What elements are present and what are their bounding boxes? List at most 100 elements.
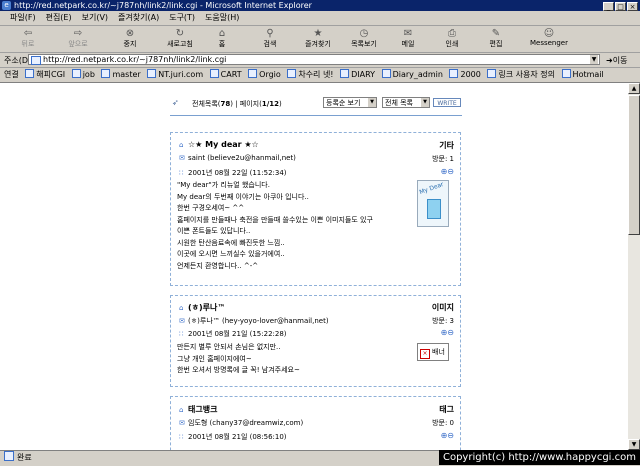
link-carrepair[interactable]: 차수리 넷! <box>287 70 333 79</box>
address-input[interactable]: http://red.netpark.co.kr/~j787nh/link2/l… <box>28 54 600 65</box>
entry-name[interactable]: ☆★ My dear ★☆ <box>188 140 259 149</box>
mail-icon: ✉ <box>179 419 185 427</box>
home-icon: ⌂ <box>179 406 184 414</box>
guestbook-header: ➶ 전체목록(78) | 페이지(1/12) 등록순 보기 ▼ 전체 목록 ▼ WR… <box>170 97 462 111</box>
entry-email[interactable]: saint (believe2u@hanmail,net) <box>188 154 296 162</box>
entry-views: 방문: 3 <box>432 317 454 325</box>
home-button[interactable]: ⌂ 홈 <box>210 28 234 52</box>
link-happycgi[interactable]: 해피CGI <box>25 70 65 79</box>
toolbar: ⇦ 뒤로 ⇨ 앞으로 ⊗ 중지 ↻ 새로고침 ⌂ 홈 ⚲ 검색 ★ 즐겨찾기 ◷ 목록보기 ✉ 메… <box>0 26 640 53</box>
search-button[interactable]: ⚲ 검색 <box>254 28 286 52</box>
link-2000[interactable]: 2000 <box>449 70 480 79</box>
home-icon: ⌂ <box>179 141 184 149</box>
links-bar: 연결 해피CGI job master NT.juri.com CART Org… <box>0 68 640 83</box>
date-icon: ∷ <box>179 330 184 338</box>
edit-button[interactable]: ✎ 편집 <box>484 28 508 52</box>
stop-button[interactable]: ⊗ 중지 <box>114 28 146 52</box>
maximize-icon[interactable]: □ <box>615 2 626 11</box>
menu-help[interactable]: 도움말(H) <box>205 13 239 22</box>
back-button[interactable]: ⇦ 뒤로 <box>10 28 46 52</box>
link-ntjuri[interactable]: NT.juri.com <box>147 70 203 79</box>
mail-icon: ✉ <box>403 28 413 39</box>
entry-views: 방문: 0 <box>432 419 454 427</box>
links-label: 연결 <box>4 70 19 79</box>
entry-views: 방문: 1 <box>432 155 454 163</box>
page-done-icon <box>4 451 14 461</box>
entry-email[interactable]: 임도형 (chany37@dreamwiz,com) <box>188 419 303 427</box>
search-icon: ⚲ <box>266 28 274 39</box>
home-icon: ⌂ <box>179 304 184 312</box>
menu-tools[interactable]: 도구(T) <box>169 13 195 22</box>
plus-minus-icon[interactable]: ⊕⊖ <box>441 167 454 176</box>
menu-view[interactable]: 보기(V) <box>82 13 108 22</box>
window-titlebar: e http://red.netpark.co.kr/~j787nh/link2/… <box>0 0 640 11</box>
guestbook-summary: 전체목록(78) | 페이지(1/12) <box>192 100 282 108</box>
refresh-button[interactable]: ↻ 새로고침 <box>160 28 200 52</box>
menu-edit[interactable]: 편집(E) <box>46 13 72 22</box>
window-title: http://red.netpark.co.kr/~j787nh/link2/l… <box>14 1 312 10</box>
banner-image[interactable]: × 배너 <box>417 343 449 361</box>
forward-arrow-icon: ⇨ <box>73 28 83 39</box>
forward-button[interactable]: ⇨ 앞으로 <box>60 28 96 52</box>
scroll-up-icon[interactable]: ▲ <box>628 83 640 94</box>
stop-icon: ⊗ <box>125 28 135 39</box>
chevron-down-icon: ▼ <box>421 98 429 107</box>
date-icon: ∷ <box>179 433 184 441</box>
link-custom[interactable]: 링크 사용자 정의 <box>487 70 555 79</box>
write-button[interactable]: WRITE <box>433 98 461 107</box>
link-diary[interactable]: DIARY <box>340 70 375 79</box>
entry-category: 태그 <box>439 405 454 414</box>
plus-minus-icon[interactable]: ⊕⊖ <box>441 328 454 337</box>
scroll-down-icon[interactable]: ▼ <box>628 439 640 450</box>
menu-favorites[interactable]: 즐겨찾기(A) <box>118 13 159 22</box>
page-content: ➶ 전체목록(78) | 페이지(1/12) 등록순 보기 ▼ 전체 목록 ▼ WR… <box>0 83 628 450</box>
entry-name[interactable]: (ㅎ)루나™ <box>188 303 225 312</box>
menu-file[interactable]: 파일(F) <box>10 13 36 22</box>
entry-date: 2001년 08월 21일 (08:56:10) <box>188 433 287 441</box>
sort-select[interactable]: 등록순 보기 ▼ <box>323 97 377 108</box>
vertical-scrollbar[interactable]: ▲ ▼ <box>628 83 640 450</box>
broken-image-icon: × <box>420 349 430 359</box>
site-thumbnail[interactable]: My Dear <box>417 180 449 227</box>
cup-icon <box>427 199 441 219</box>
messenger-icon: ☺ <box>543 28 555 39</box>
entry-date: 2001년 08월 21일 (15:22:28) <box>188 330 287 338</box>
mail-icon: ✉ <box>179 154 185 162</box>
go-button[interactable]: ➜이동 <box>606 55 627 66</box>
close-icon[interactable]: × <box>627 2 638 11</box>
divider <box>170 115 462 116</box>
entry-date: 2001년 08월 22일 (11:52:34) <box>188 169 287 177</box>
entry-name[interactable]: 태그뱅크 <box>188 405 217 414</box>
back-arrow-icon: ⇦ <box>23 28 33 39</box>
link-cart[interactable]: CART <box>210 70 242 79</box>
favorites-button[interactable]: ★ 즐겨찾기 <box>298 28 338 52</box>
refresh-icon: ↻ <box>175 28 185 39</box>
history-button[interactable]: ◷ 목록보기 <box>344 28 384 52</box>
plus-minus-icon[interactable]: ⊕⊖ <box>441 431 454 440</box>
entry-category: 기타 <box>439 141 454 150</box>
favorites-icon: ★ <box>313 28 323 39</box>
print-icon: ⎙ <box>448 28 456 39</box>
ie-logo-icon: e <box>2 1 11 10</box>
bird-icon: ➶ <box>172 98 179 107</box>
status-text: 완료 <box>17 453 32 462</box>
date-icon: ∷ <box>179 169 184 177</box>
link-master[interactable]: master <box>101 70 140 79</box>
scroll-thumb[interactable] <box>628 95 640 235</box>
mail-button[interactable]: ✉ 메일 <box>396 28 420 52</box>
print-button[interactable]: ⎙ 인쇄 <box>440 28 464 52</box>
entry-category: 이미지 <box>431 303 454 312</box>
chevron-down-icon[interactable]: ▼ <box>590 55 598 64</box>
page-icon <box>31 56 41 65</box>
messenger-button[interactable]: ☺ Messenger <box>526 28 572 52</box>
filter-select[interactable]: 전체 목록 ▼ <box>382 97 430 108</box>
link-hotmail[interactable]: Hotmail <box>562 70 604 79</box>
minimize-icon[interactable]: _ <box>603 2 614 11</box>
entry-email[interactable]: (ㅎ)루나™ (hey-yoyo-lover@hanmail,net) <box>188 317 329 325</box>
copyright-watermark: Copyright(c) http://www.happycgi.com <box>438 450 640 465</box>
edit-icon: ✎ <box>491 28 501 39</box>
link-job[interactable]: job <box>72 70 95 79</box>
link-orgio[interactable]: Orgio <box>248 70 281 79</box>
address-bar: 주소(D) http://red.netpark.co.kr/~j787nh/l… <box>0 53 640 68</box>
link-diary-admin[interactable]: Diary_admin <box>382 70 443 79</box>
